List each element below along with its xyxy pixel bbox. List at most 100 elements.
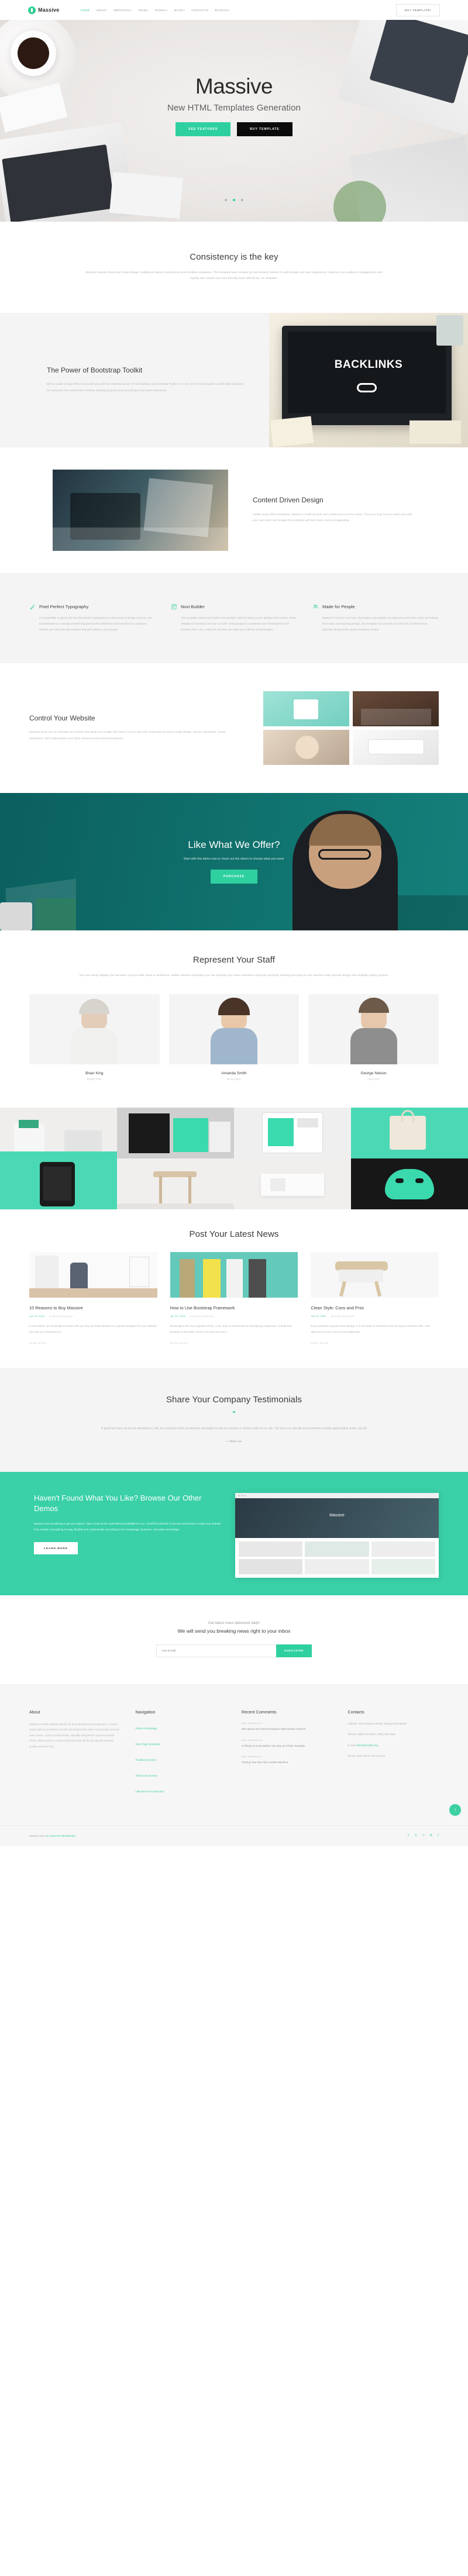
browser-grid-cell xyxy=(305,1542,369,1557)
team-member-role: MANAGER xyxy=(169,1078,300,1081)
testimonial-title: Share Your Company Testimonials xyxy=(29,1395,439,1405)
blog-thumbnail xyxy=(311,1252,439,1298)
gallery-tile-package[interactable] xyxy=(234,1158,351,1209)
gallery-thumb-cafe[interactable] xyxy=(353,691,439,726)
blog-post-author: by Brian Williamson xyxy=(331,1315,355,1318)
footer-about-column: About Massive is HTML template that fits… xyxy=(29,1709,121,1801)
team-section: Represent Your Staff You can easily disp… xyxy=(0,930,468,1108)
builder-icon xyxy=(171,604,177,610)
hero-section: Massive New HTML Templates Generation SE… xyxy=(0,20,468,222)
blog-post-card[interactable]: How to Use Bootstrap Framework Jan 20, 2… xyxy=(170,1252,298,1344)
email-field[interactable] xyxy=(156,1644,276,1657)
team-member-name: Brian King xyxy=(29,1071,160,1075)
team-member-card[interactable]: George Nelson ANALYST xyxy=(308,994,439,1081)
chevron-down-icon: ▾ xyxy=(184,9,185,12)
feature-text: It's impossible to ignore the fact that … xyxy=(29,615,156,633)
footer-link-retina-homepage[interactable]: Retina Homepage xyxy=(136,1727,157,1730)
bootstrap-image: BACKLINKS xyxy=(269,313,468,447)
blog-post-excerpt: Every website requires clean design. It … xyxy=(311,1323,439,1335)
nav-item-about[interactable]: ABOUT xyxy=(96,9,107,12)
carousel-dot-1[interactable] xyxy=(225,199,227,201)
carousel-dot-3[interactable] xyxy=(241,199,243,201)
blog-thumbnail xyxy=(29,1252,157,1298)
nav-item-services[interactable]: SERVICES▾ xyxy=(113,9,132,12)
twitter-icon[interactable]: 𝕋 xyxy=(407,1834,410,1838)
promo-preview[interactable]: Massive xyxy=(235,1493,439,1578)
google-plus-icon[interactable]: 𝔾 xyxy=(415,1834,417,1838)
blog-post-excerpt: Bootstrap is the most popular HTML, CSS,… xyxy=(170,1323,298,1335)
blog-post-title: How to Use Bootstrap Framework xyxy=(170,1305,298,1311)
gallery-thumb-bag[interactable] xyxy=(263,691,349,726)
see-features-button[interactable]: SEE FEATURES xyxy=(176,122,230,136)
gallery-tile-bag[interactable] xyxy=(351,1108,468,1158)
site-footer: About Massive is HTML template that fits… xyxy=(0,1684,468,1846)
nav-item-blog[interactable]: BLOG▾ xyxy=(174,9,185,12)
control-text: Massive gives you an ultimate set of too… xyxy=(29,730,240,742)
team-member-card[interactable]: Brian King DIRECTOR xyxy=(29,994,160,1081)
recent-comment-item[interactable]: Brian Williamson on 5 Things to Know Bef… xyxy=(242,1739,333,1749)
brand-logo[interactable]: Massive xyxy=(28,6,59,14)
team-title: Represent Your Staff xyxy=(29,955,439,965)
blog-post-card[interactable]: 10 Reasons to Buy Massive Jan 20, 2018 b… xyxy=(29,1252,157,1344)
team-member-name: George Nelson xyxy=(308,1071,439,1075)
gallery-tile-tablet[interactable] xyxy=(234,1108,351,1158)
hero-title: Massive xyxy=(0,75,468,98)
blog-read-more-link[interactable]: READ MORE xyxy=(170,1342,298,1344)
chevron-down-icon: ▾ xyxy=(130,9,132,12)
promo-title: Haven't Found What You Like? Browse Our … xyxy=(34,1493,222,1514)
footer-link-parallax-sections[interactable]: Parallax Sections xyxy=(136,1758,157,1761)
recent-comment-item[interactable]: Brian Williamson on Turning Your Site In… xyxy=(242,1755,333,1765)
browser-dot-icon xyxy=(244,1495,246,1496)
nav-item-home[interactable]: HOME xyxy=(80,9,90,12)
nav-item-team[interactable]: TEAM▾ xyxy=(138,9,149,12)
copyright: Massive 2024 ALL RIGHTS RESERVED xyxy=(29,1834,75,1837)
carousel-dot-2[interactable] xyxy=(233,199,235,201)
subscribe-button[interactable]: SUBSCRIBE xyxy=(276,1644,312,1657)
feature-text: This template comes with built-in Novi B… xyxy=(171,615,297,633)
page-root: Massive HOME ABOUT SERVICES▾ TEAM▾ PAGES… xyxy=(0,0,468,1846)
blog-post-card[interactable]: Clean Style: Cons and Pros Jan 20, 2018 … xyxy=(311,1252,439,1344)
nav-item-contacts[interactable]: CONTACTS xyxy=(191,9,208,12)
gallery-tile-phone[interactable] xyxy=(0,1158,117,1209)
footer-link-ultimate-font-collection[interactable]: Ultimate Font Collection xyxy=(136,1790,164,1793)
control-title: Control Your Website xyxy=(29,713,240,723)
blog-read-more-link[interactable]: READ MORE xyxy=(311,1342,439,1344)
promo-learn-more-button[interactable]: LEARN MORE xyxy=(34,1542,78,1554)
gallery-tile-mask[interactable] xyxy=(351,1158,468,1209)
gallery-tile-books[interactable] xyxy=(117,1108,234,1158)
browser-grid-cell xyxy=(371,1559,435,1574)
cta-purchase-button[interactable]: PURCHASE xyxy=(211,870,257,884)
nav-item-pages[interactable]: PAGES▾ xyxy=(155,9,168,12)
scroll-to-top-button[interactable]: ↑ xyxy=(449,1804,461,1816)
behance-icon[interactable]: 𝔹 xyxy=(430,1834,432,1838)
footer-about-title: About xyxy=(29,1709,121,1715)
contact-email-link[interactable]: info@demolink.org xyxy=(356,1744,378,1747)
magic-wand-icon xyxy=(29,604,36,610)
feature-title: Made for People xyxy=(322,604,355,609)
gallery-tile-stool[interactable] xyxy=(117,1158,234,1209)
contact-email-label: E-mail: xyxy=(348,1744,356,1747)
footer-link-shortcode-central[interactable]: Shortcode Central xyxy=(136,1774,157,1777)
buy-template-hero-button[interactable]: BUY TEMPLATE xyxy=(237,122,292,136)
blog-post-meta: Jan 20, 2018 by Brian Williamson xyxy=(29,1315,157,1318)
blog-thumbnail xyxy=(170,1252,298,1298)
comment-author: Brian Williamson on xyxy=(242,1755,333,1758)
footer-link-new-page-examples[interactable]: New Page Examples xyxy=(136,1743,161,1746)
gallery-thumb-device[interactable] xyxy=(353,730,439,765)
buy-template-button[interactable]: BUY TEMPLATE! xyxy=(396,4,440,16)
gallery-tile-cup[interactable] xyxy=(0,1108,117,1158)
copyright-link[interactable]: ALL RIGHTS RESERVED xyxy=(46,1834,75,1837)
gallery-thumb-person[interactable] xyxy=(263,730,349,765)
team-member-card[interactable]: Amanda Smith MANAGER xyxy=(169,994,300,1081)
instagram-icon[interactable]: 𝕀 xyxy=(438,1834,439,1838)
hero-carousel-dots[interactable] xyxy=(0,194,468,204)
vimeo-icon[interactable]: 𝕍 xyxy=(422,1834,425,1838)
bootstrap-section: The Power of Bootstrap Toolkit We've mad… xyxy=(0,313,468,447)
blog-read-more-link[interactable]: READ MORE xyxy=(29,1342,157,1344)
blog-post-date: Jan 20, 2018 xyxy=(29,1315,44,1318)
control-section: Control Your Website Massive gives you a… xyxy=(0,663,468,793)
recent-comment-item[interactable]: Brian Williamson on Site Speed and Searc… xyxy=(242,1722,333,1732)
nav-item-blocks[interactable]: BLOCKS▾ xyxy=(215,9,230,12)
cta-banner: Like What We Offer? Start with this demo… xyxy=(0,793,468,930)
browser-hero: Massive xyxy=(235,1498,439,1538)
